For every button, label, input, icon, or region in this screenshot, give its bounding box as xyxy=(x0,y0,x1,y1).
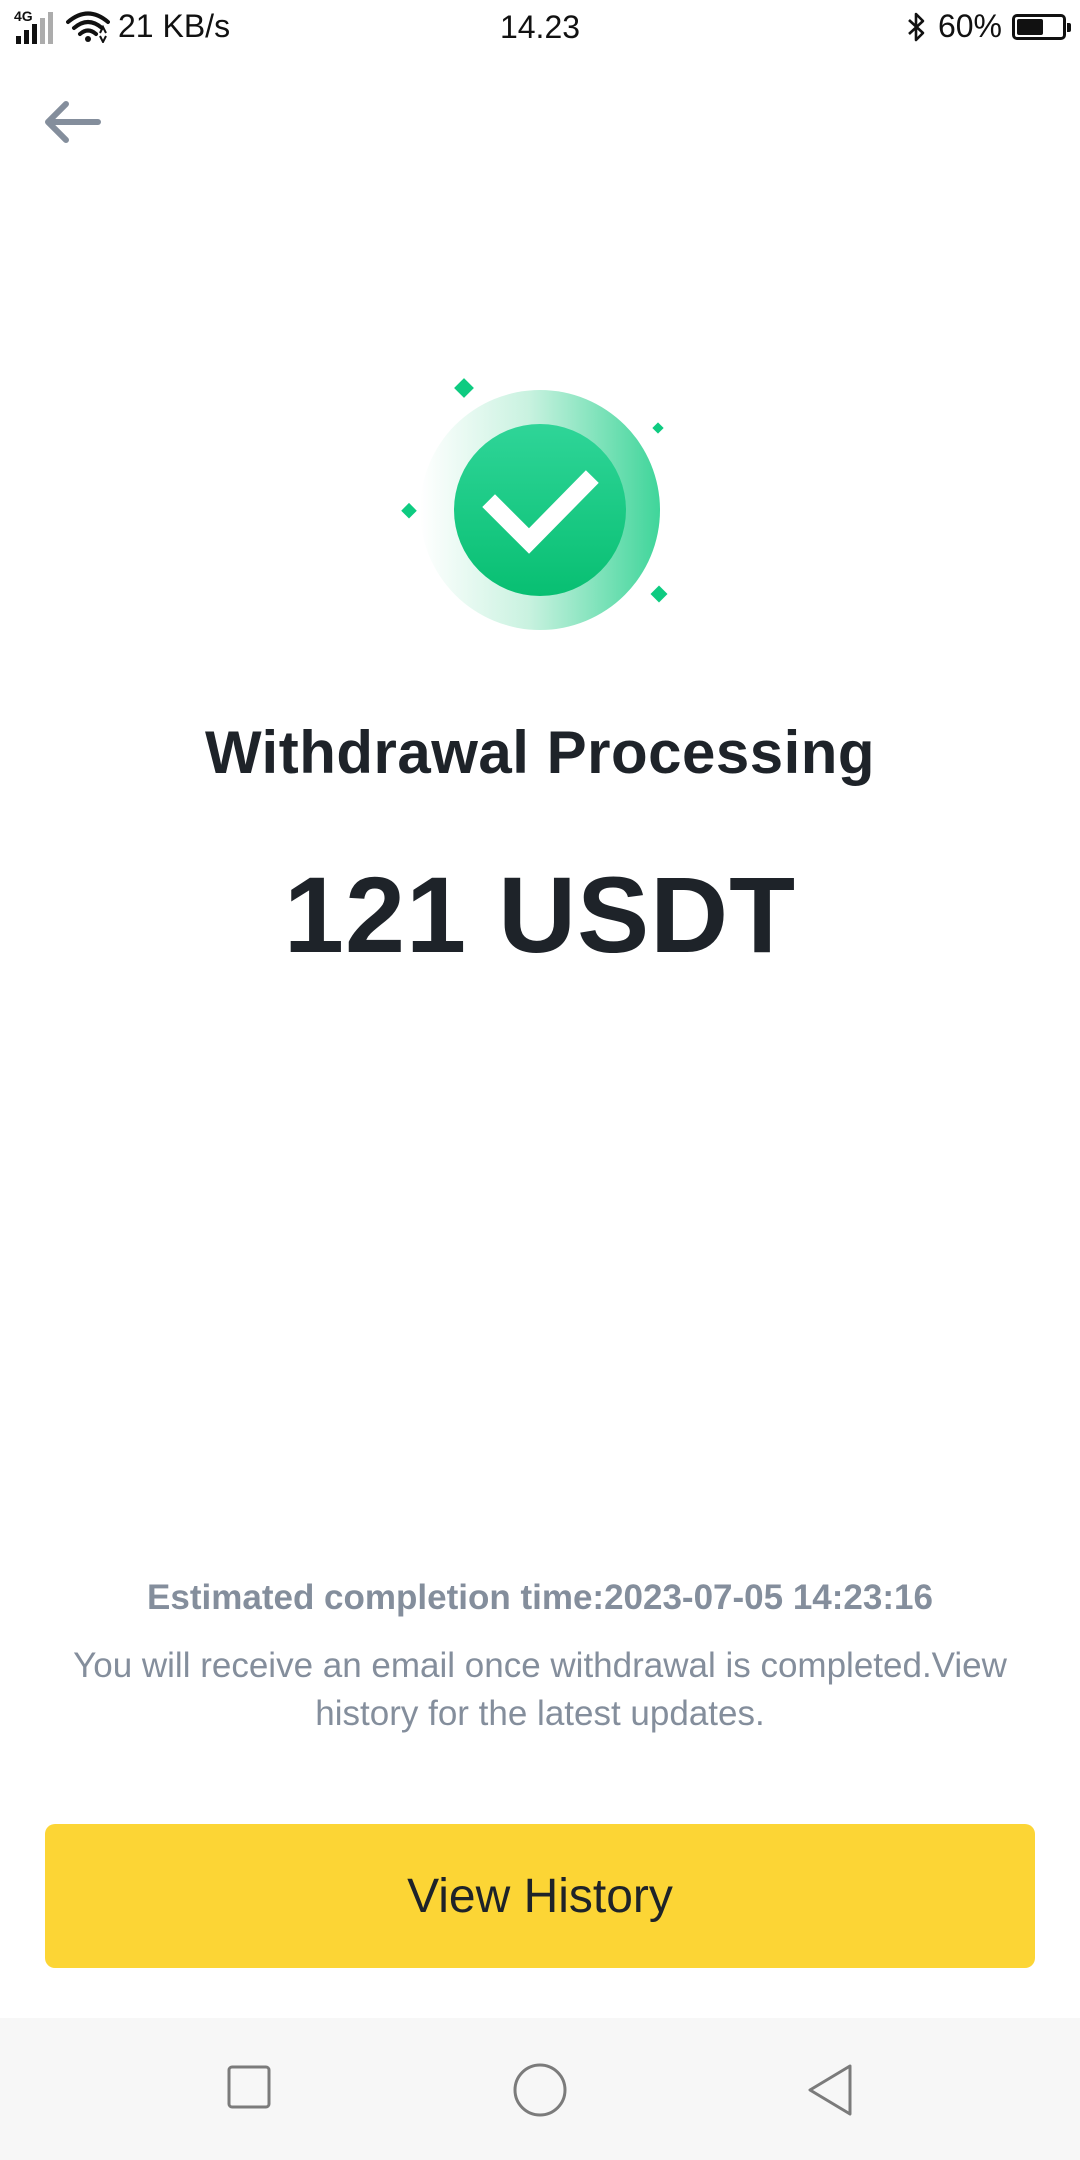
system-nav-bar xyxy=(0,2018,1080,2160)
triangle-back-icon xyxy=(808,2064,852,2116)
square-icon xyxy=(227,2065,271,2109)
battery-icon xyxy=(1012,13,1071,40)
back-button[interactable] xyxy=(40,96,104,148)
arrow-left-icon xyxy=(45,101,101,143)
nav-back-button[interactable] xyxy=(804,2062,856,2118)
email-notice: You will receive an email once withdrawa… xyxy=(73,1646,1007,1733)
home-button[interactable] xyxy=(512,2062,568,2118)
status-bar: 4G 21 KB/s 14.23 60% xyxy=(0,0,1080,56)
view-history-button[interactable]: View History xyxy=(45,1824,1035,1968)
battery-fill xyxy=(1017,18,1043,35)
checkmark-success-icon xyxy=(390,365,690,665)
estimated-completion-time: Estimated completion time:2023-07-05 14:… xyxy=(147,1578,933,1617)
circle-icon xyxy=(513,2063,567,2117)
recent-apps-button[interactable] xyxy=(226,2064,272,2110)
withdrawal-amount: 121 USDT xyxy=(283,854,797,975)
battery-percent: 60% xyxy=(937,8,1002,44)
status-bar-right: 60% xyxy=(906,8,1071,45)
bluetooth-icon xyxy=(908,12,925,41)
page-title: Withdrawal Processing xyxy=(204,719,876,786)
